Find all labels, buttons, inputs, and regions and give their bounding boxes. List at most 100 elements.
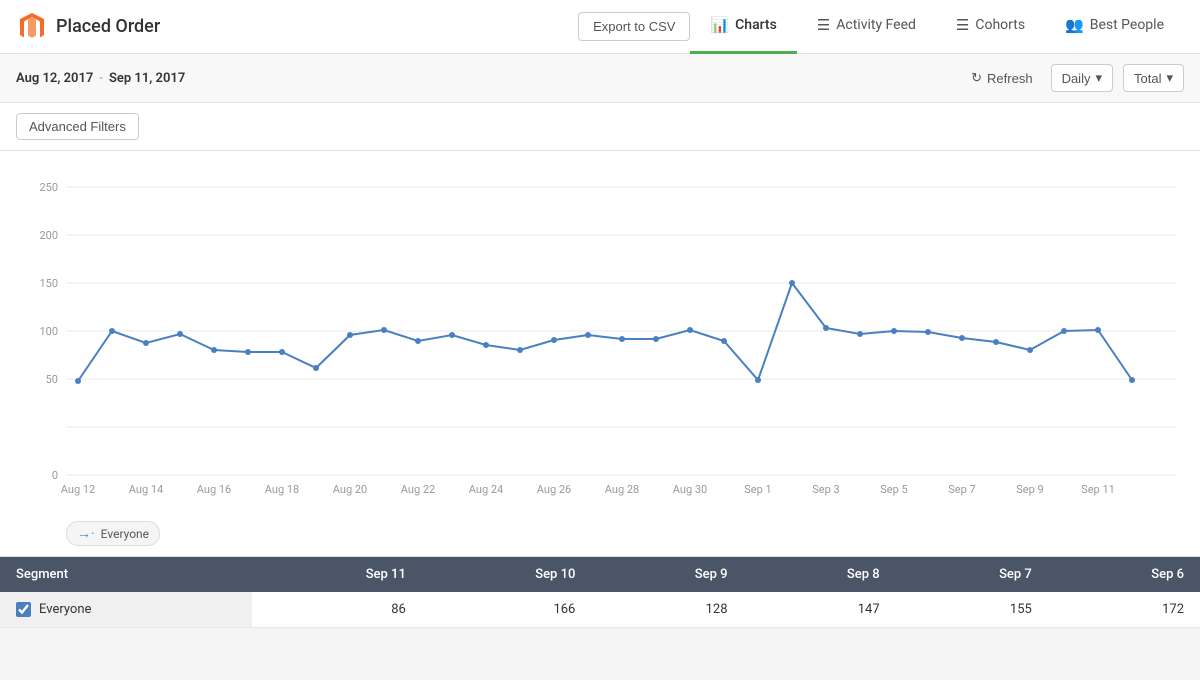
tab-activity-feed-label: Activity Feed (836, 17, 916, 33)
data-table: Segment Sep 11 Sep 10 Sep 9 Sep 8 Sep 7 (0, 557, 1200, 628)
svg-text:250: 250 (39, 181, 58, 194)
data-point (449, 332, 455, 338)
frequency-dropdown[interactable]: Daily ▾ (1051, 64, 1113, 92)
date-bar-controls: ↻ Refresh Daily ▾ Total ▾ (963, 64, 1184, 92)
chart-svg-wrapper: 250 200 150 100 50 0 Aug 12 Aug 14 Aug 1… (16, 167, 1184, 511)
data-point (1129, 377, 1135, 383)
svg-text:Aug 24: Aug 24 (469, 483, 503, 496)
legend-everyone-label: Everyone (101, 527, 149, 541)
data-point (279, 349, 285, 355)
col-sep8: Sep 8 (744, 557, 896, 592)
advanced-filters-button[interactable]: Advanced Filters (16, 113, 139, 140)
header-actions: Export to CSV (578, 12, 690, 41)
table-cell-value: 147 (744, 592, 896, 628)
aggregate-label: Total (1134, 71, 1161, 86)
data-point (823, 325, 829, 331)
svg-text:100: 100 (39, 325, 58, 338)
svg-text:Sep 7: Sep 7 (948, 483, 975, 496)
svg-text:Sep 9: Sep 9 (1016, 483, 1043, 496)
svg-text:Sep 3: Sep 3 (812, 483, 839, 496)
svg-text:Aug 26: Aug 26 (537, 483, 571, 496)
data-point (415, 338, 421, 344)
date-range: Aug 12, 2017 - Sep 11, 2017 (16, 71, 185, 86)
segment-checkbox[interactable] (16, 602, 31, 617)
main-nav: 📊 Charts ☰ Activity Feed ☰ Cohorts 👥 Bes… (690, 0, 1184, 54)
data-point (721, 338, 727, 344)
svg-text:50: 50 (46, 373, 58, 386)
tab-cohorts-label: Cohorts (975, 17, 1025, 33)
table-cell-value: 155 (896, 592, 1048, 628)
line-chart: 250 200 150 100 50 0 Aug 12 Aug 14 Aug 1… (16, 167, 1184, 507)
chart-legend: →· Everyone (16, 521, 1184, 546)
svg-text:0: 0 (52, 469, 58, 482)
cohorts-icon: ☰ (956, 16, 969, 34)
export-csv-button[interactable]: Export to CSV (578, 12, 690, 41)
col-sep10: Sep 10 (422, 557, 592, 592)
data-point (143, 340, 149, 346)
data-point (959, 335, 965, 341)
tab-activity-feed[interactable]: ☰ Activity Feed (797, 0, 936, 54)
data-point (653, 336, 659, 342)
refresh-button[interactable]: ↻ Refresh (963, 65, 1040, 91)
svg-text:Aug 14: Aug 14 (129, 483, 163, 496)
table-body: Everyone86166128147155172 (0, 592, 1200, 628)
chart-container: 250 200 150 100 50 0 Aug 12 Aug 14 Aug 1… (0, 151, 1200, 557)
svg-text:Aug 12: Aug 12 (61, 483, 95, 496)
table-cell-value: 166 (422, 592, 592, 628)
tab-best-people[interactable]: 👥 Best People (1045, 0, 1184, 54)
svg-text:Aug 16: Aug 16 (197, 483, 231, 496)
date-bar: Aug 12, 2017 - Sep 11, 2017 ↻ Refresh Da… (0, 54, 1200, 103)
magento-icon (16, 11, 48, 43)
date-separator: - (99, 71, 103, 86)
data-point (177, 331, 183, 337)
chevron-down-icon-2: ▾ (1166, 70, 1173, 86)
data-point (551, 337, 557, 343)
data-point (789, 280, 795, 286)
tab-charts[interactable]: 📊 Charts (690, 0, 796, 54)
data-point (585, 332, 591, 338)
data-point (75, 378, 81, 384)
svg-text:Sep 1: Sep 1 (744, 483, 771, 496)
activity-feed-icon: ☰ (817, 16, 830, 34)
svg-text:Aug 18: Aug 18 (265, 483, 299, 496)
app-header: Placed Order Export to CSV 📊 Charts ☰ Ac… (0, 0, 1200, 54)
table-cell-value: 86 (252, 592, 422, 628)
col-sep11: Sep 11 (252, 557, 422, 592)
best-people-icon: 👥 (1065, 16, 1084, 34)
data-point (925, 329, 931, 335)
svg-text:Aug 28: Aug 28 (605, 483, 639, 496)
data-point (755, 377, 761, 383)
tab-best-people-label: Best People (1090, 17, 1164, 33)
table-row: Everyone86166128147155172 (0, 592, 1200, 628)
refresh-label: Refresh (987, 71, 1033, 86)
legend-everyone[interactable]: →· Everyone (66, 521, 160, 546)
data-point (109, 328, 115, 334)
chart-line (78, 283, 1132, 381)
tab-cohorts[interactable]: ☰ Cohorts (936, 0, 1045, 54)
data-point (1061, 328, 1067, 334)
aggregate-dropdown[interactable]: Total ▾ (1123, 64, 1184, 92)
refresh-icon: ↻ (971, 70, 982, 86)
segment-label: Everyone (39, 602, 91, 617)
data-point (347, 332, 353, 338)
legend-line-icon: →· (77, 525, 95, 542)
data-point (687, 327, 693, 333)
col-sep7: Sep 7 (896, 557, 1048, 592)
segment-cell: Everyone (0, 592, 252, 628)
svg-text:Aug 22: Aug 22 (401, 483, 435, 496)
data-point (619, 336, 625, 342)
data-table-wrapper: Segment Sep 11 Sep 10 Sep 9 Sep 8 Sep 7 (0, 557, 1200, 628)
frequency-label: Daily (1062, 71, 1091, 86)
start-date: Aug 12, 2017 (16, 71, 93, 86)
col-sep9: Sep 9 (591, 557, 743, 592)
table-cell-value: 172 (1048, 592, 1200, 628)
svg-text:Sep 5: Sep 5 (880, 483, 907, 496)
data-point (1095, 327, 1101, 333)
data-point (313, 365, 319, 371)
data-point (483, 342, 489, 348)
end-date: Sep 11, 2017 (109, 71, 185, 86)
col-segment: Segment (0, 557, 252, 592)
col-sep6: Sep 6 (1048, 557, 1200, 592)
svg-text:Sep 11: Sep 11 (1081, 483, 1115, 496)
filters-bar: Advanced Filters (0, 103, 1200, 151)
